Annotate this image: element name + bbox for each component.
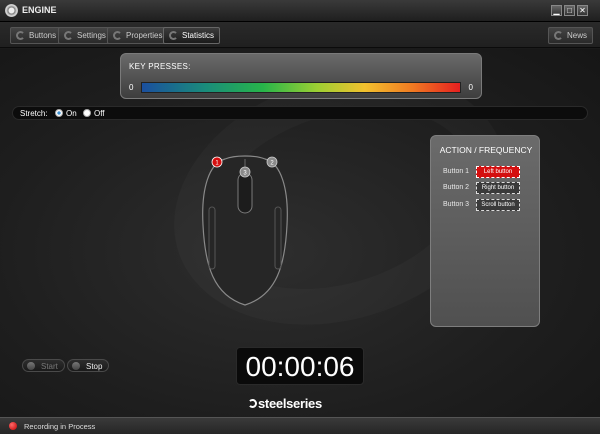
status-text: Recording in Process xyxy=(24,422,96,431)
tab-statistics[interactable]: Statistics xyxy=(163,27,221,44)
minimize-button[interactable]: ▁ xyxy=(551,5,562,16)
action-frequency-title: ACTION / FREQUENCY xyxy=(439,145,533,155)
start-label: Start xyxy=(41,362,58,371)
key-presses-panel: KEY PRESSES: 0 0 xyxy=(120,53,482,99)
close-button[interactable]: ✕ xyxy=(577,5,588,16)
refresh-icon xyxy=(16,31,25,40)
status-bar: Recording in Process xyxy=(0,417,600,434)
refresh-icon xyxy=(554,31,563,40)
stretch-on-radio[interactable] xyxy=(55,109,63,117)
maximize-button[interactable]: □ xyxy=(564,5,575,16)
stretch-off-radio[interactable] xyxy=(83,109,91,117)
key-presses-max: 0 xyxy=(468,83,473,92)
button-1-action[interactable]: Left button xyxy=(476,166,520,178)
start-icon xyxy=(27,362,35,370)
button-3-label: Button 3 xyxy=(443,201,470,208)
tab-properties[interactable]: Properties xyxy=(107,27,169,44)
recording-timer: 00:00:06 xyxy=(236,347,364,385)
button-2-action[interactable]: Right button xyxy=(476,182,520,194)
statistics-panel: KEY PRESSES: 0 0 Stretch: On Off 1 2 3 A… xyxy=(0,49,600,417)
start-button[interactable]: Start xyxy=(22,359,65,372)
button-1-label: Button 1 xyxy=(443,168,470,175)
window-title: ENGINE xyxy=(22,5,57,15)
refresh-icon xyxy=(64,31,73,40)
stop-label: Stop xyxy=(86,362,103,371)
action-frequency-panel: ACTION / FREQUENCY Button 1 Left button … xyxy=(430,135,540,327)
tab-buttons[interactable]: Buttons xyxy=(10,27,63,44)
tab-settings[interactable]: Settings xyxy=(58,27,112,44)
stop-icon xyxy=(72,362,80,370)
refresh-icon xyxy=(113,31,122,40)
stop-button[interactable]: Stop xyxy=(67,359,110,372)
recording-indicator-icon xyxy=(9,422,17,430)
stretch-on-label: On xyxy=(66,109,77,118)
tab-label: Statistics xyxy=(182,31,215,40)
key-presses-min: 0 xyxy=(129,83,134,92)
tab-label: Settings xyxy=(77,31,106,40)
news-label: News xyxy=(567,31,588,40)
tab-label: Properties xyxy=(126,31,163,40)
steelseries-logo-icon xyxy=(248,399,257,408)
refresh-icon xyxy=(169,31,178,40)
stretch-label: Stretch: xyxy=(20,109,48,118)
key-presses-title: KEY PRESSES: xyxy=(129,62,191,71)
mouse-scroll-wheel xyxy=(237,172,253,214)
stretch-bar: Stretch: On Off xyxy=(12,106,588,120)
mouse-diagram: 1 2 3 xyxy=(202,155,288,306)
brand-name: steelseries xyxy=(258,396,322,411)
app-logo-icon xyxy=(5,4,18,17)
button-2-label: Button 2 xyxy=(443,184,470,191)
stretch-off-label: Off xyxy=(94,109,105,118)
button-3-action[interactable]: Scroll button xyxy=(476,199,520,211)
tab-bar: Buttons Settings Properties Statistics N… xyxy=(0,22,600,48)
news-button[interactable]: News xyxy=(548,27,594,44)
key-presses-heat-bar xyxy=(141,82,461,93)
tab-label: Buttons xyxy=(29,31,57,40)
title-bar: ENGINE ▁ □ ✕ xyxy=(0,0,600,22)
